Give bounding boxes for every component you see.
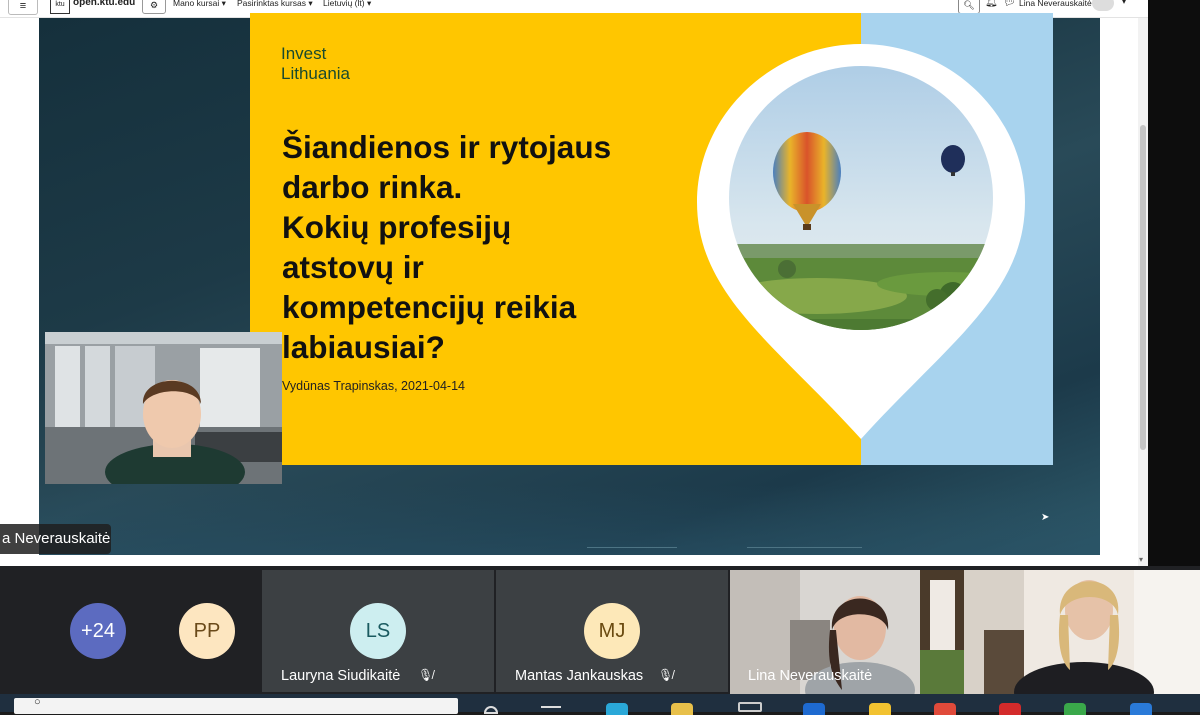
- balloon-photo-pin: [697, 44, 1025, 439]
- search-icon: ○: [34, 696, 41, 708]
- app-icon[interactable]: [1064, 703, 1086, 715]
- mic-off-icon: 🎙︎̸: [658, 668, 674, 682]
- slide-decor-line: [747, 547, 862, 548]
- brand-invest: Invest: [281, 44, 327, 63]
- participant-name: Lauryna Siudikaitė: [281, 668, 401, 684]
- participant-tile-ls[interactable]: LS Lauryna Siudikaitė 🎙︎̸: [262, 570, 494, 692]
- sticky-notes-icon[interactable]: [869, 703, 891, 715]
- menu-my-courses[interactable]: Mano kursai ▾: [173, 0, 226, 9]
- scroll-down-arrow-icon[interactable]: ▾: [1139, 555, 1143, 564]
- participant-strip: +24 PP LS Lauryna Siudikaitė 🎙︎̸ MJ Mant…: [0, 566, 1200, 694]
- speaker-name-label: a Neverauskaitė: [0, 524, 111, 554]
- participant-camera-2[interactable]: [964, 570, 1200, 694]
- slide-title-line: darbo rinka.: [282, 169, 463, 205]
- brand-lithuania: Lithuania: [281, 64, 351, 83]
- participant-name: Mantas Jankauskas: [515, 668, 644, 684]
- settings-icon[interactable]: ⚙: [142, 0, 166, 14]
- notification-bell-icon[interactable]: 🔔︎: [985, 0, 998, 8]
- mouse-cursor-icon: ➤: [1041, 512, 1050, 523]
- edge-icon[interactable]: [606, 703, 628, 715]
- menu-selected-course[interactable]: Pasirinktas kursas ▾: [237, 0, 313, 9]
- file-explorer-icon[interactable]: [671, 703, 693, 715]
- slide-title: Šiandienos ir rytojaus darbo rinka. Koki…: [282, 127, 722, 367]
- acrobat-icon[interactable]: [999, 703, 1021, 715]
- cortana-icon[interactable]: [484, 706, 498, 714]
- slide-title-line: Šiandienos ir rytojaus: [282, 129, 612, 165]
- camera-feed: [964, 570, 1200, 694]
- screen-edge: [1148, 0, 1200, 566]
- chat-icon[interactable]: 💬︎: [1003, 0, 1016, 8]
- participant-camera-lina[interactable]: Lina Neverauskaitė: [730, 570, 964, 694]
- shared-screen: ≡ ktu open.ktu.edu ⚙ Mano kursai ▾ Pasir…: [0, 0, 1148, 566]
- windows-taskbar: ○: [0, 694, 1200, 715]
- user-avatar[interactable]: [1092, 0, 1114, 11]
- mic-off-icon: 🎙︎̸: [418, 668, 434, 682]
- chrome-icon[interactable]: [934, 703, 956, 715]
- scrollbar-thumb[interactable]: [1140, 125, 1146, 450]
- slide-background-glow: [39, 485, 1100, 555]
- participant-avatar-pp[interactable]: PP: [179, 603, 235, 659]
- speaker-video-frame: [45, 332, 282, 484]
- participant-tile-mj[interactable]: MJ Mantas Jankauskas 🎙︎̸: [496, 570, 728, 692]
- task-view-icon[interactable]: [541, 706, 561, 712]
- slide-title-line: Kokių profesijų: [282, 209, 512, 245]
- participant-name: Lina Neverauskaitė: [748, 668, 873, 684]
- mail-icon[interactable]: [803, 703, 825, 715]
- chevron-down-icon[interactable]: ▾: [1122, 0, 1126, 6]
- slide-title-line: kompetencijų reikia: [282, 289, 577, 325]
- site-name[interactable]: open.ktu.edu: [73, 0, 135, 8]
- participant-avatar-ls: LS: [350, 603, 406, 659]
- hamburger-icon[interactable]: ≡: [8, 0, 38, 15]
- app-icon-2[interactable]: [1130, 703, 1152, 715]
- menu-language[interactable]: Lietuvių (lt) ▾: [323, 0, 371, 9]
- slide-author: Vydūnas Trapinskas, 2021-04-14: [282, 379, 465, 393]
- ktu-logo[interactable]: ktu: [50, 0, 70, 14]
- speaker-video: [45, 332, 282, 484]
- nav-user-name[interactable]: Lina Neverauskaitė: [1019, 0, 1092, 8]
- slide-decor-line: [587, 547, 677, 548]
- search-icon[interactable]: 🔍︎: [958, 0, 980, 14]
- participant-avatar-mj: MJ: [584, 603, 640, 659]
- more-participants-button[interactable]: +24: [70, 603, 126, 659]
- slide-title-line: atstovų ir: [282, 249, 424, 285]
- store-icon[interactable]: [738, 702, 762, 712]
- slide-title-line: labiausiai?: [282, 329, 445, 365]
